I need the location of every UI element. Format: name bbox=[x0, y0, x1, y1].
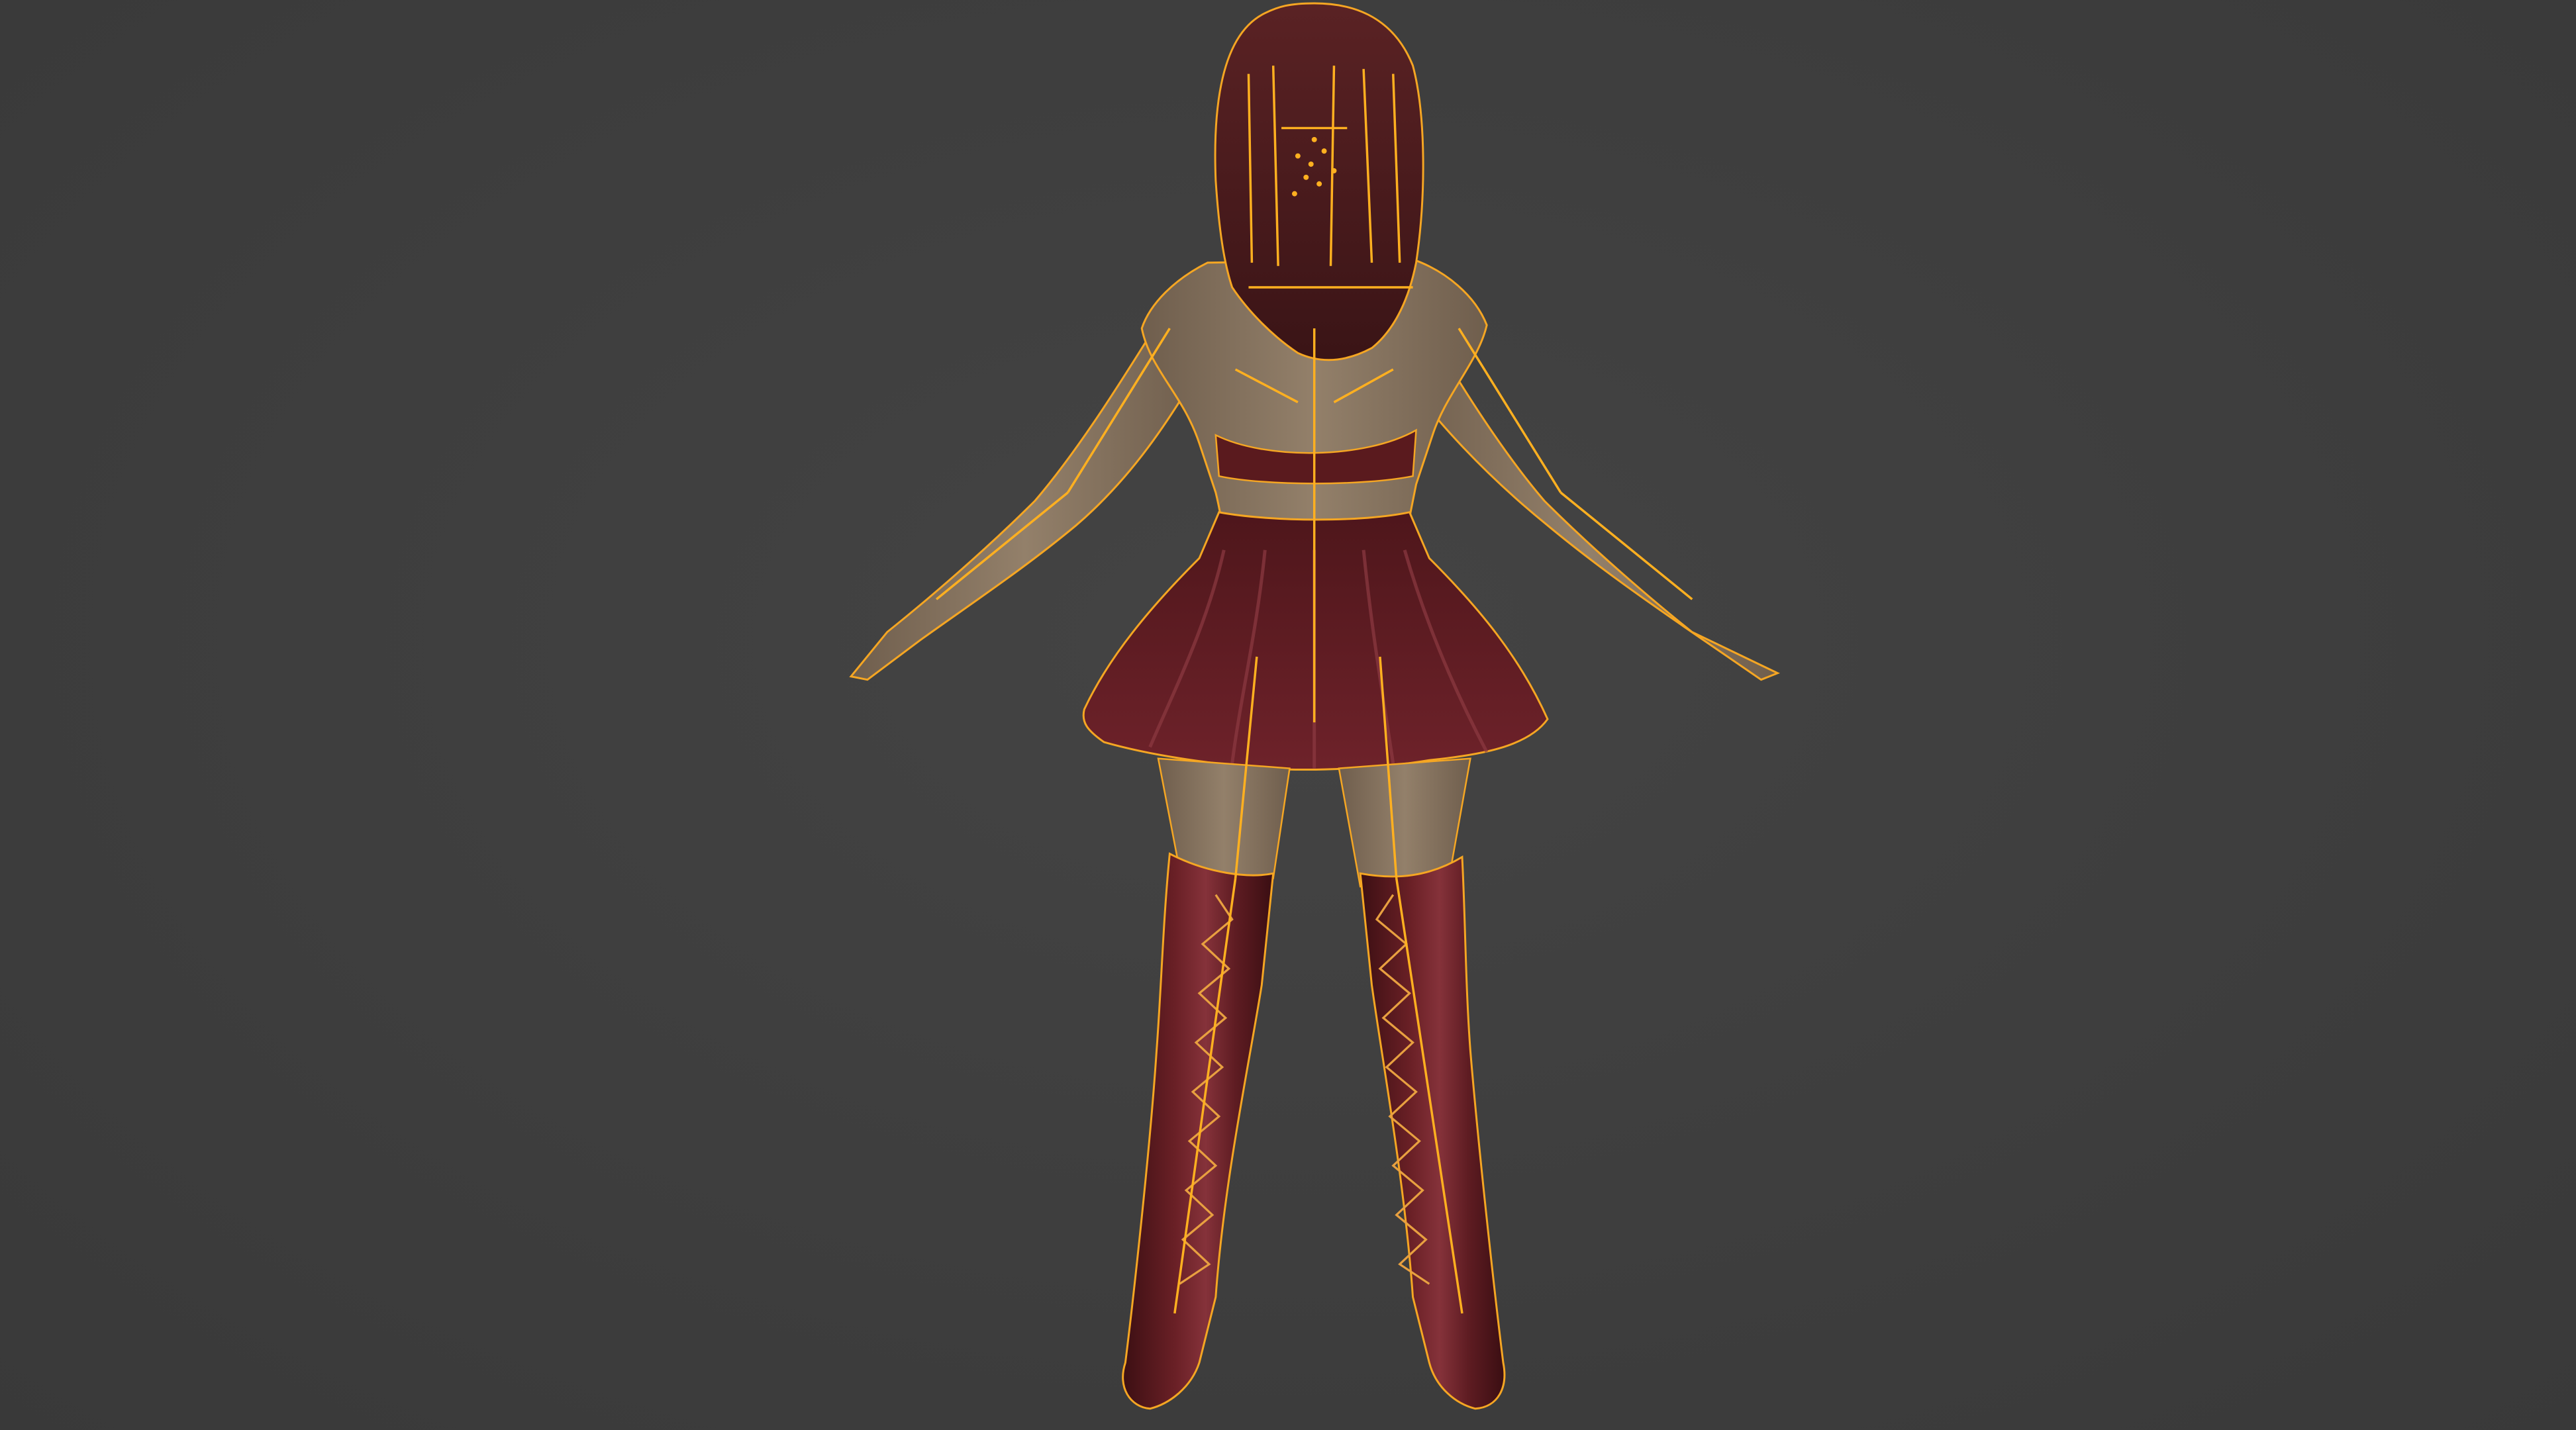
character-model[interactable] bbox=[0, 0, 2576, 1430]
boots bbox=[1122, 852, 1506, 1410]
3d-viewport[interactable] bbox=[0, 0, 2576, 1430]
